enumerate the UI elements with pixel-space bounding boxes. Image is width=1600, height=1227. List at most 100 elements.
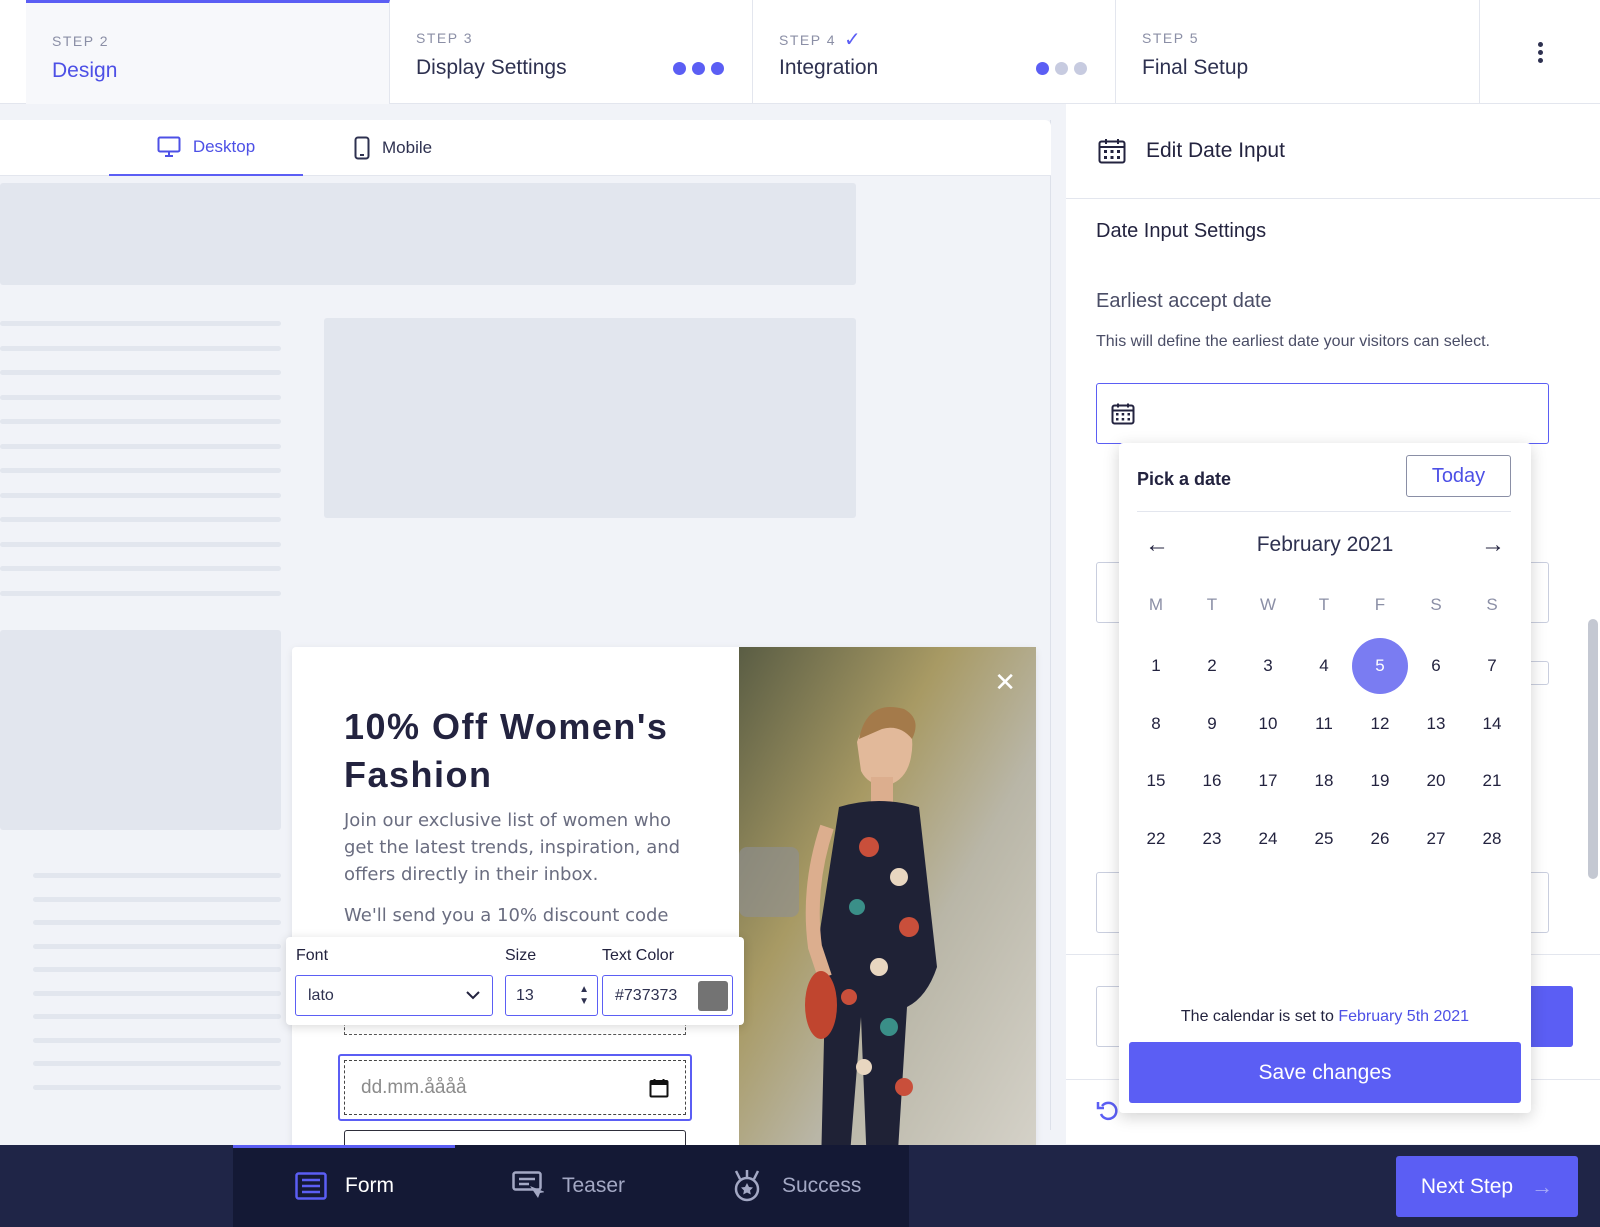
calendar-day[interactable]: 1 <box>1128 638 1184 694</box>
earliest-date-label: Earliest accept date <box>1096 290 1272 312</box>
today-button[interactable]: Today <box>1406 455 1511 497</box>
placeholder-block <box>0 630 281 830</box>
step-number: STEP 2 <box>52 33 109 49</box>
stepper-arrows-icon[interactable]: ▲ ▼ <box>579 984 589 1008</box>
tab-form[interactable]: Form <box>295 1145 394 1227</box>
placeholder-line <box>0 517 281 522</box>
next-step-label: Next Step <box>1420 1174 1514 1198</box>
next-month-icon[interactable]: → <box>1481 531 1505 559</box>
calendar-day[interactable]: 13 <box>1408 696 1464 752</box>
step-number-text: STEP 4 <box>779 32 836 48</box>
calendar-day[interactable]: 20 <box>1408 753 1464 809</box>
panel-header: Edit Date Input <box>1066 104 1600 199</box>
calendar-day[interactable]: 3 <box>1240 638 1296 694</box>
picker-title: Pick a date <box>1137 469 1232 489</box>
weekday-label: S <box>1486 595 1498 614</box>
calendar-day[interactable]: 15 <box>1128 753 1184 809</box>
font-label: Font <box>296 947 329 964</box>
font-value: lato <box>308 986 334 1004</box>
close-icon[interactable]: ✕ <box>994 669 1016 695</box>
calendar-day[interactable]: 8 <box>1128 696 1184 752</box>
step-design[interactable]: STEP 2 Design <box>26 0 390 104</box>
date-input-field[interactable]: dd.mm.åååå <box>338 1054 692 1121</box>
text-color-input[interactable]: #737373 <box>602 975 733 1016</box>
calendar-day[interactable]: 26 <box>1352 811 1408 867</box>
tab-mobile[interactable]: Mobile <box>354 120 432 176</box>
undo-icon[interactable] <box>1096 1098 1120 1122</box>
size-value: 13 <box>516 986 534 1004</box>
calendar-day[interactable]: 7 <box>1464 638 1520 694</box>
calendar-day[interactable]: 2 <box>1184 638 1240 694</box>
size-label: Size <box>505 947 537 964</box>
calendar-day[interactable]: 14 <box>1464 696 1520 752</box>
font-select[interactable]: lato <box>295 975 493 1016</box>
tab-label: Form <box>345 1174 394 1197</box>
stepper: STEP 2 Design STEP 3 Display Settings ST… <box>0 0 1600 104</box>
placeholder-line <box>0 443 281 449</box>
placeholder-line <box>33 967 281 972</box>
calendar-day[interactable]: 4 <box>1296 638 1352 694</box>
phone-icon <box>354 136 370 160</box>
trophy-icon <box>734 1170 760 1202</box>
placeholder-line <box>0 370 281 375</box>
step-final-setup[interactable]: STEP 5 Final Setup <box>1116 0 1480 104</box>
calendar-day[interactable]: 11 <box>1296 696 1352 752</box>
step-name: Integration <box>779 56 879 79</box>
placeholder-line <box>33 943 281 949</box>
calendar-day[interactable]: 6 <box>1408 638 1464 694</box>
earliest-date-help: This will define the earliest date your … <box>1096 333 1490 350</box>
calendar-day[interactable]: 19 <box>1352 753 1408 809</box>
calendar-day[interactable]: 28 <box>1464 811 1520 867</box>
selected-day[interactable]: 5 <box>1352 638 1408 694</box>
step-name: Display Settings <box>416 56 567 79</box>
progress-dot <box>1055 62 1068 75</box>
calendar-day[interactable]: 23 <box>1184 811 1240 867</box>
active-tab-indicator <box>233 1145 455 1148</box>
size-stepper[interactable]: 13 ▲ ▼ <box>505 975 598 1016</box>
calendar-day[interactable]: 17 <box>1240 753 1296 809</box>
next-step-button[interactable]: Next Step → <box>1396 1156 1578 1217</box>
popup-description-2[interactable]: We'll send you a 10% discount code <box>344 905 694 926</box>
placeholder-line <box>33 1061 281 1066</box>
placeholder-line <box>0 590 281 596</box>
panel-scrollbar[interactable] <box>1588 619 1598 879</box>
progress-dot <box>1036 62 1049 75</box>
tab-desktop[interactable]: Desktop <box>109 120 303 176</box>
calendar-day[interactable]: 25 <box>1296 811 1352 867</box>
save-changes-button[interactable]: Save changes <box>1129 1042 1521 1103</box>
color-swatch[interactable] <box>698 980 728 1011</box>
popup-description[interactable]: Join our exclusive list of women who get… <box>344 807 694 888</box>
calendar-day[interactable]: 10 <box>1240 696 1296 752</box>
section-title: Date Input Settings <box>1096 220 1267 242</box>
weekday-label: S <box>1430 595 1442 614</box>
step-name: Design <box>52 59 118 82</box>
earliest-date-input[interactable] <box>1096 383 1549 444</box>
tab-success[interactable]: Success <box>730 1145 861 1227</box>
placeholder-line <box>33 920 281 925</box>
calendar-day[interactable]: 18 <box>1296 753 1352 809</box>
calendar-day[interactable]: 12 <box>1352 696 1408 752</box>
check-icon: ✓ <box>844 29 863 51</box>
step-display-settings[interactable]: STEP 3 Display Settings <box>390 0 753 104</box>
placeholder-line <box>0 321 281 326</box>
calendar-day[interactable]: 16 <box>1184 753 1240 809</box>
more-options-icon[interactable] <box>1480 0 1600 104</box>
calendar-day[interactable]: 24 <box>1240 811 1296 867</box>
popup-title[interactable]: 10% Off Women's Fashion <box>344 703 704 799</box>
placeholder-line <box>0 566 281 571</box>
tab-label: Teaser <box>562 1174 626 1197</box>
month-label: February 2021 <box>1256 533 1394 556</box>
placeholder-line <box>33 896 281 902</box>
calendar-day[interactable]: 9 <box>1184 696 1240 752</box>
placeholder-line <box>33 1037 281 1043</box>
step-number: STEP 4 ✓ <box>779 30 862 50</box>
calendar-day[interactable]: 21 <box>1464 753 1520 809</box>
weekday-label: T <box>1206 595 1218 614</box>
step-name: Final Setup <box>1142 56 1249 79</box>
tab-teaser[interactable]: Teaser <box>512 1145 625 1227</box>
calendar-day[interactable]: 27 <box>1408 811 1464 867</box>
placeholder-line <box>0 468 281 473</box>
step-integration[interactable]: STEP 4 ✓ Integration <box>753 0 1116 104</box>
placeholder-line <box>0 541 281 547</box>
calendar-day[interactable]: 22 <box>1128 811 1184 867</box>
